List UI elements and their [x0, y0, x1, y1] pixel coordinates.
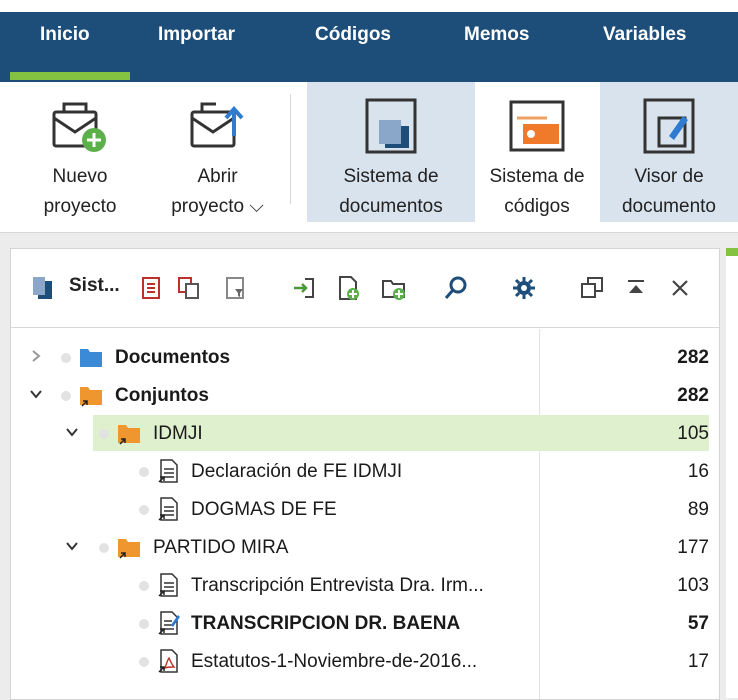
tree-row-transcripcion-entrevista[interactable]: Transcripción Entrevista Dra. Irm... 103: [11, 567, 719, 605]
tree-item-count: 57: [687, 613, 709, 634]
status-dot: [61, 353, 71, 363]
status-dot: [139, 467, 149, 477]
document-viewer-icon: [643, 98, 695, 154]
tree-item-count: 282: [677, 347, 709, 368]
tree-row-documentos[interactable]: Documentos 282: [11, 339, 719, 377]
tab-codigos[interactable]: Códigos: [315, 12, 391, 58]
search-icon[interactable]: [443, 275, 469, 301]
document-system-label: Sistema de documentos: [339, 166, 443, 217]
import-icon[interactable]: [291, 275, 317, 301]
text-document-icon: [158, 497, 178, 521]
document-system-icon: [365, 98, 417, 154]
status-dot: [139, 657, 149, 667]
tree-item-count: 17: [687, 651, 709, 672]
status-dot: [99, 429, 109, 439]
folder-orange-icon: [118, 425, 140, 445]
close-icon[interactable]: [667, 275, 693, 301]
filter-documents-icon[interactable]: [223, 275, 249, 301]
collapse-panel-icon[interactable]: [623, 275, 649, 301]
code-system-label: Sistema de códigos: [489, 166, 585, 217]
tree-row-conjuntos[interactable]: Conjuntos 282: [11, 377, 719, 415]
document-list-icon[interactable]: [139, 275, 165, 301]
status-dot: [139, 581, 149, 591]
document-system-button[interactable]: Sistema de documentos: [307, 82, 475, 222]
new-project-label: Nuevo proyecto: [43, 166, 117, 217]
tree-row-declaracion[interactable]: Declaración de FE IDMJI 16: [11, 453, 719, 491]
status-dot: [139, 619, 149, 629]
tree-row-partido-mira[interactable]: PARTIDO MIRA 177: [11, 529, 719, 567]
chevron-right-icon[interactable]: [29, 349, 43, 363]
new-folder-icon[interactable]: [381, 275, 407, 301]
tree-item-label: IDMJI: [153, 423, 203, 444]
document-viewer-label: Visor de documento: [621, 166, 716, 217]
edited-document-icon: [158, 611, 180, 635]
ribbon-separator: [290, 94, 291, 204]
code-system-button[interactable]: Sistema de códigos: [478, 82, 596, 222]
document-viewer-button[interactable]: Visor de documento: [600, 82, 738, 222]
tree-item-label: Estatutos-1-Noviembre-de-2016...: [191, 651, 478, 672]
active-tab-indicator: [10, 72, 130, 80]
tree-row-idmji[interactable]: IDMJI 105: [11, 415, 719, 453]
open-project-button[interactable]: Abrir proyecto ⌵: [150, 82, 285, 222]
tree-item-count: 16: [687, 461, 709, 482]
tab-memos[interactable]: Memos: [464, 12, 529, 58]
tree-item-label: Conjuntos: [115, 385, 209, 406]
tree-row-transcripcion-baena[interactable]: TRANSCRIPCION DR. BAENA 57: [11, 605, 719, 643]
open-project-icon: [190, 102, 243, 148]
tree-item-count: 177: [677, 537, 709, 558]
tab-importar[interactable]: Importar: [158, 12, 235, 58]
tree-item-count: 282: [677, 385, 709, 406]
panel-title: Sist...: [69, 275, 120, 296]
new-document-icon[interactable]: [336, 275, 362, 301]
ribbon-toolbar: Nuevo proyecto Abrir proyecto ⌵ Sistema …: [0, 82, 738, 233]
new-project-button[interactable]: Nuevo proyecto: [20, 82, 140, 222]
status-dot: [61, 391, 71, 401]
chevron-down-icon[interactable]: [65, 539, 79, 553]
undock-window-icon[interactable]: [579, 275, 605, 301]
status-dot: [99, 543, 109, 553]
chevron-down-icon[interactable]: [65, 425, 79, 439]
tree-row-dogmas[interactable]: DOGMAS DE FE 89: [11, 491, 719, 529]
tree-item-label: DOGMAS DE FE: [191, 499, 337, 520]
right-pane-accent: [726, 248, 738, 256]
tree-item-count: 105: [677, 423, 709, 444]
status-dot: [139, 505, 149, 515]
chevron-down-icon[interactable]: [29, 387, 43, 401]
copy-documents-icon[interactable]: [176, 275, 202, 301]
text-document-icon: [158, 573, 178, 597]
code-system-icon: [509, 100, 565, 152]
folder-orange-icon: [118, 539, 140, 559]
new-project-icon: [52, 102, 106, 152]
folder-orange-icon: [80, 387, 102, 407]
tree-item-label: TRANSCRIPCION DR. BAENA: [191, 613, 461, 634]
folder-blue-icon: [80, 349, 102, 367]
pdf-document-icon: [158, 649, 178, 673]
document-system-icon: [33, 277, 52, 299]
tree-item-label: Documentos: [115, 347, 231, 368]
tree-item-label: Transcripción Entrevista Dra. Irm...: [191, 575, 484, 596]
gear-icon[interactable]: [511, 275, 537, 301]
right-pane-edge: [726, 248, 738, 698]
document-system-panel: Sist... Documentos 282 Conjuntos 282 IDM…: [10, 248, 720, 700]
tab-variables[interactable]: Variables: [603, 12, 686, 58]
tree-row-estatutos[interactable]: Estatutos-1-Noviembre-de-2016... 17: [11, 643, 719, 681]
open-project-label: Abrir proyecto ⌵: [171, 166, 264, 217]
window-top-strip: [0, 0, 738, 12]
tree-item-count: 89: [687, 499, 709, 520]
tree-item-label: PARTIDO MIRA: [153, 537, 289, 558]
tab-inicio[interactable]: Inicio: [40, 12, 90, 58]
tree-item-count: 103: [677, 575, 709, 596]
text-document-icon: [158, 459, 178, 483]
tree-item-label: Declaración de FE IDMJI: [191, 461, 403, 482]
panel-toolbar: Sist...: [11, 249, 719, 328]
